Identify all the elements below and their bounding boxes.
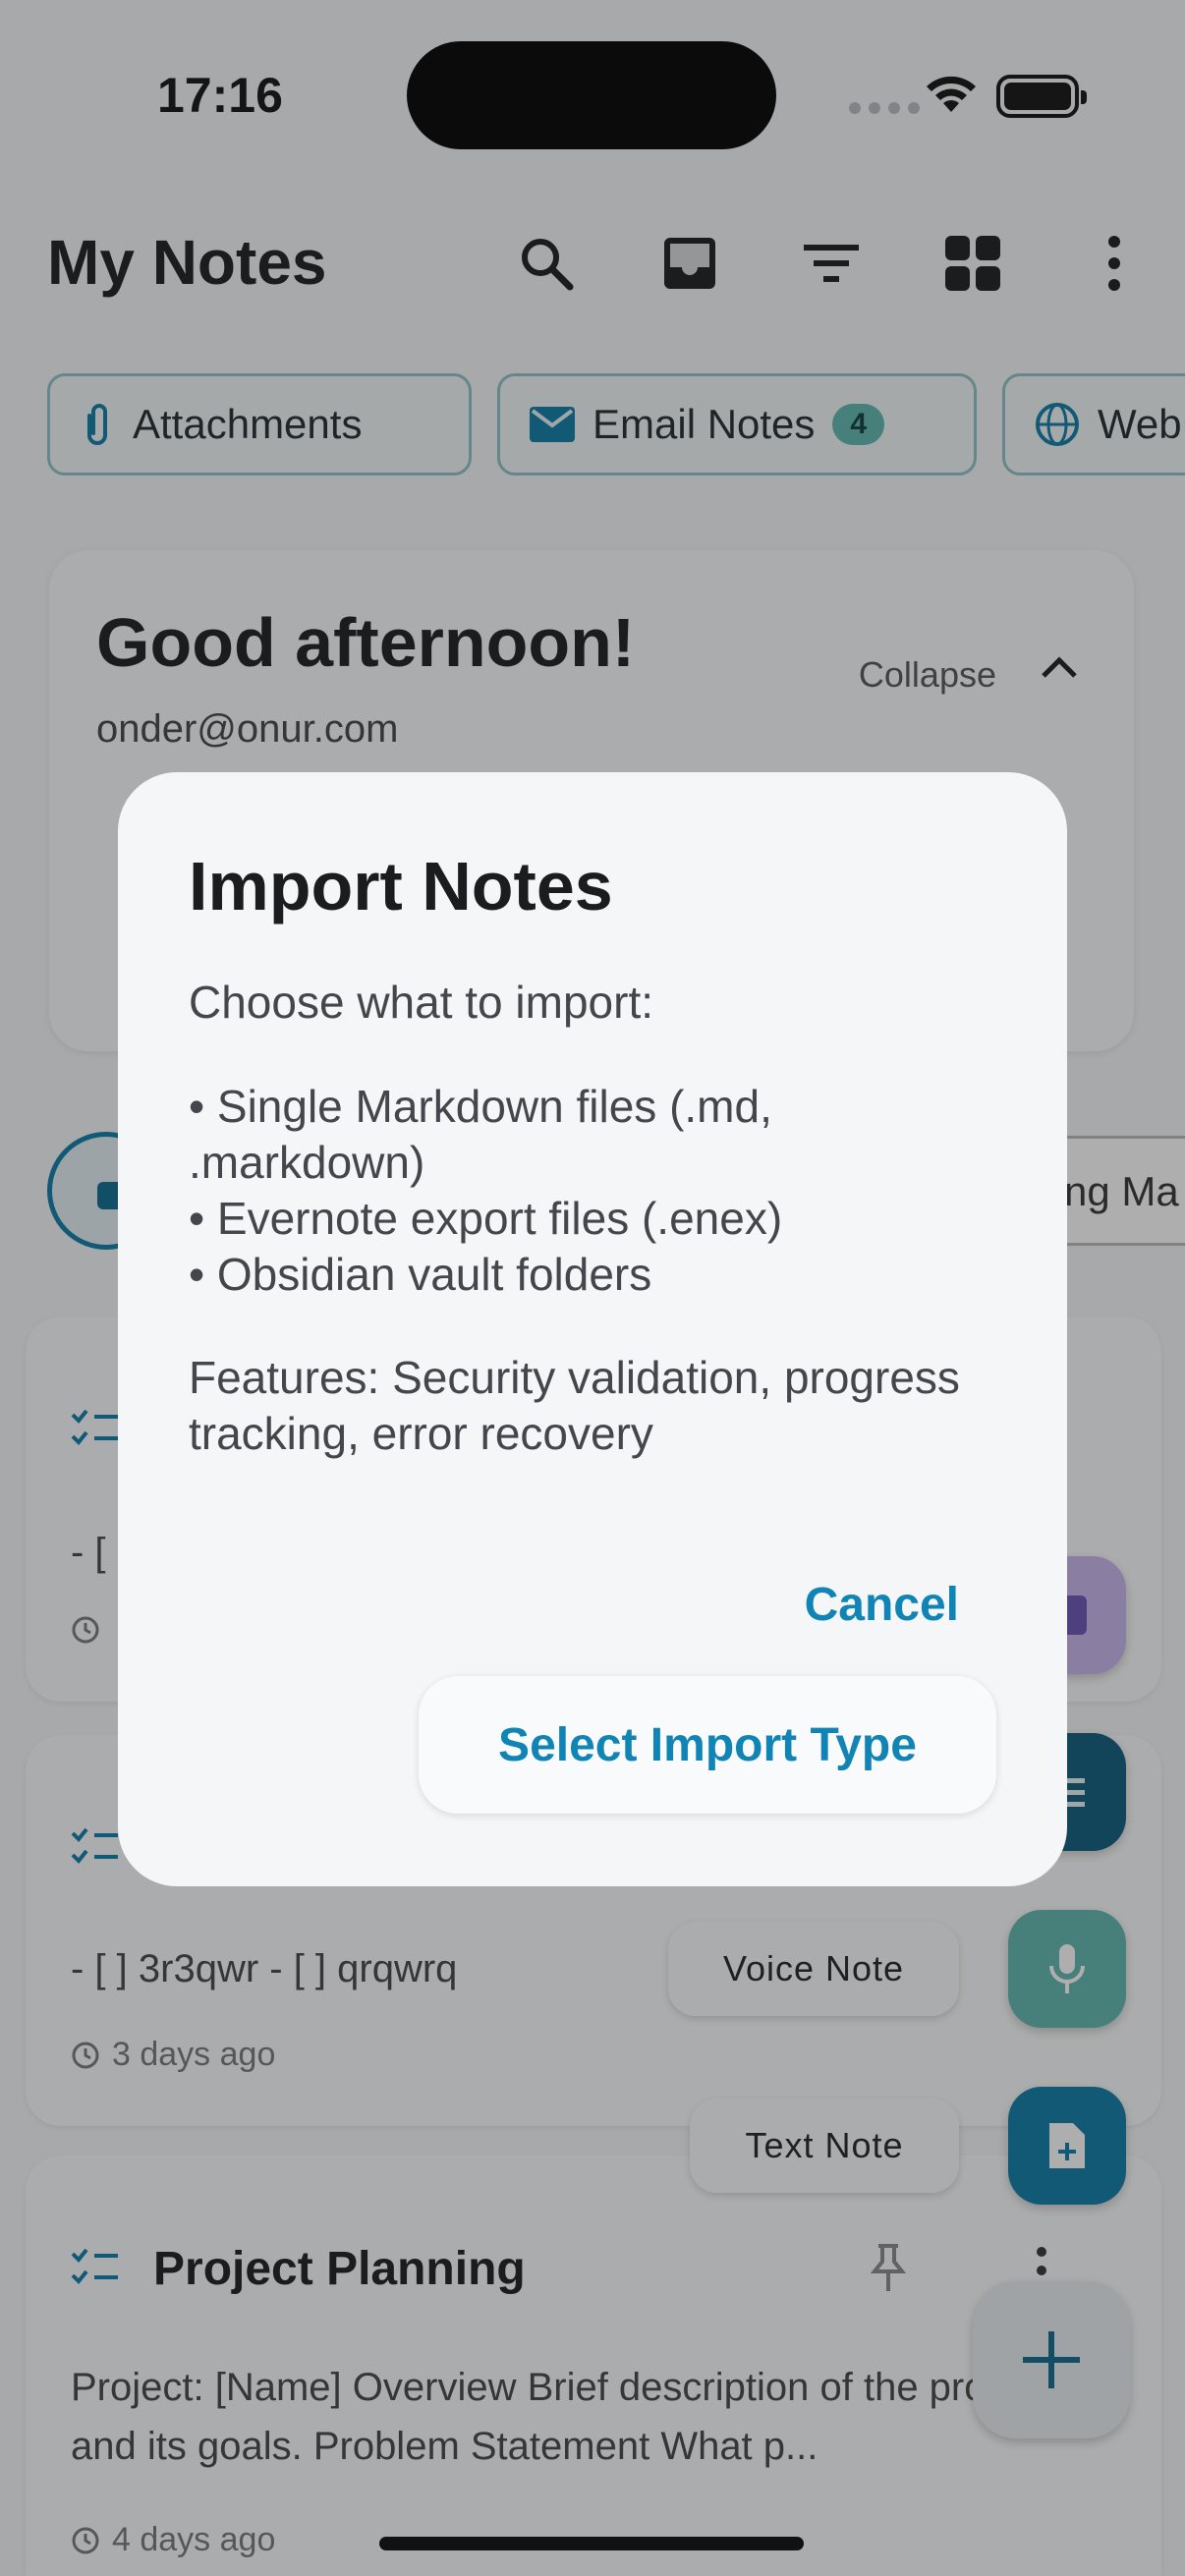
cancel-button[interactable]: Cancel: [805, 1578, 959, 1632]
import-notes-dialog: Import Notes Choose what to import: • Si…: [118, 772, 1067, 1886]
import-option-item: • Obsidian vault folders: [189, 1249, 652, 1300]
select-import-type-button[interactable]: Select Import Type: [419, 1676, 996, 1814]
app-screen: 17:16 My Notes Attachments Email Notes 4…: [0, 0, 1185, 2576]
dialog-title: Import Notes: [189, 848, 613, 924]
dialog-features: Features: Security validation, progress …: [189, 1352, 960, 1459]
dialog-intro: Choose what to import:: [189, 977, 654, 1028]
import-option-item: • Evernote export files (.enex): [189, 1193, 783, 1244]
import-option-item: • Single Markdown files (.md, .markdown): [189, 1081, 772, 1188]
home-indicator: [379, 2537, 804, 2550]
